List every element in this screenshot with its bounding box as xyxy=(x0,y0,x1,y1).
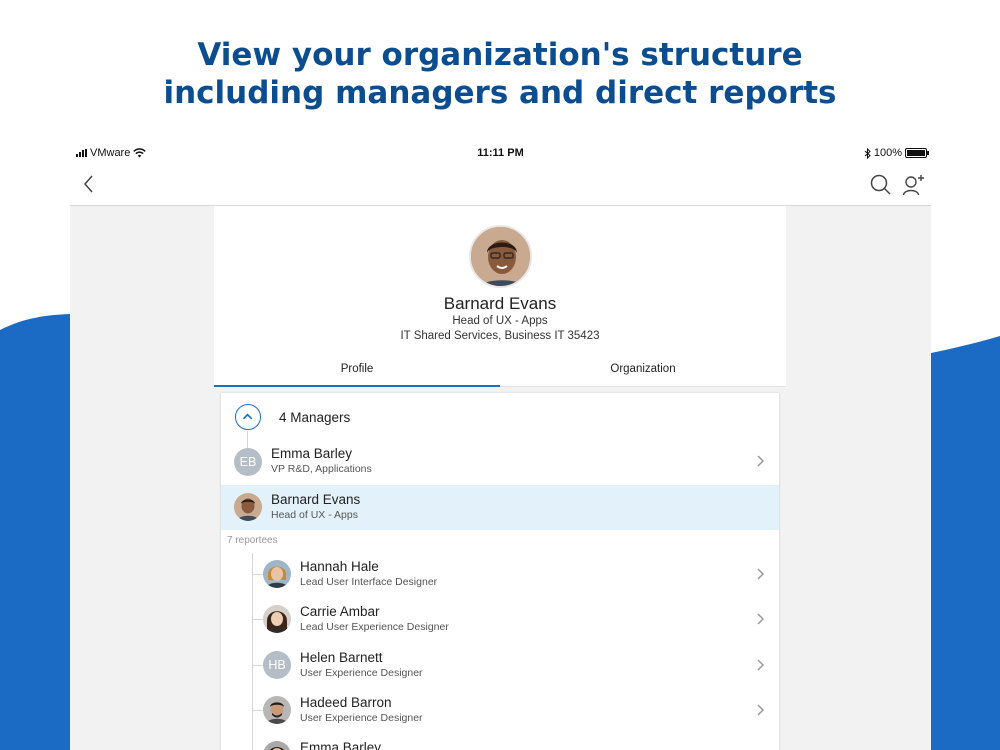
person-name: Emma Barley xyxy=(271,446,353,461)
chevron-right-icon xyxy=(757,455,765,467)
reportee-row[interactable]: Emma Barley xyxy=(257,733,779,750)
person-name: Helen Barnett xyxy=(300,650,383,665)
person-role: Lead User Interface Designer xyxy=(300,576,438,588)
tab-organization[interactable]: Organization xyxy=(500,356,786,386)
avatar xyxy=(263,741,291,750)
person-name: Barnard Evans xyxy=(271,492,361,507)
profile-avatar xyxy=(469,225,532,288)
chevron-left-icon[interactable] xyxy=(80,173,100,195)
person-name: Hannah Hale xyxy=(300,559,379,574)
search-icon[interactable] xyxy=(870,174,892,196)
person-role: Head of UX - Apps xyxy=(271,509,358,521)
person-role: Lead User Experience Designer xyxy=(300,621,449,633)
navigation-bar xyxy=(70,163,931,206)
reportee-row[interactable]: Hadeed Barron User Experience Designer xyxy=(257,688,779,733)
manager-row-selected[interactable]: Barnard Evans Head of UX - Apps xyxy=(221,485,779,530)
tree-trunk xyxy=(252,553,253,750)
chevron-up-icon[interactable] xyxy=(235,404,261,430)
avatar xyxy=(263,605,291,633)
avatar xyxy=(263,696,291,724)
chevron-right-icon xyxy=(757,568,765,580)
managers-toggle[interactable]: 4 Managers xyxy=(221,393,779,439)
profile-tabs: Profile Organization xyxy=(214,356,786,387)
status-bar: VMware 11:11 PM 100% xyxy=(70,143,931,163)
profile-name: Barnard Evans xyxy=(443,294,557,313)
headline-line-2: including managers and direct reports xyxy=(163,75,837,111)
avatar-initials: HB xyxy=(263,651,291,679)
profile-title: Head of UX - Apps xyxy=(452,315,548,327)
reportee-row[interactable]: Carrie Ambar Lead User Experience Design… xyxy=(257,597,779,642)
battery-icon xyxy=(905,148,929,158)
profile-department: IT Shared Services, Business IT 35423 xyxy=(400,330,600,342)
reportee-row[interactable]: Hannah Hale Lead User Interface Designer xyxy=(257,552,779,597)
bluetooth-icon xyxy=(864,147,871,159)
battery-percent: 100% xyxy=(873,147,902,159)
profile-header: Barnard Evans Head of UX - Apps IT Share… xyxy=(214,206,786,387)
person-name: Carrie Ambar xyxy=(300,604,380,619)
person-name: Emma Barley xyxy=(300,740,382,750)
tablet-screen: VMware 11:11 PM 100% Barnard Evans Head … xyxy=(70,143,931,750)
person-role: User Experience Designer xyxy=(300,667,423,679)
reportee-row[interactable]: HB Helen Barnett User Experience Designe… xyxy=(257,643,779,688)
person-role: VP R&D, Applications xyxy=(271,463,372,475)
avatar-initials: EB xyxy=(234,448,262,476)
clock: 11:11 PM xyxy=(477,147,524,159)
person-role: User Experience Designer xyxy=(300,712,423,724)
avatar xyxy=(263,560,291,588)
chevron-right-icon xyxy=(757,613,765,625)
headline-line-1: View your organization's structure xyxy=(197,37,803,73)
person-panel: Barnard Evans Head of UX - Apps IT Share… xyxy=(214,206,786,750)
manager-row[interactable]: EB Emma Barley VP R&D, Applications xyxy=(221,439,779,484)
tab-profile[interactable]: Profile xyxy=(214,356,500,387)
reportees-count: 7 reportees xyxy=(227,535,278,546)
person-name: Hadeed Barron xyxy=(300,695,392,710)
chevron-right-icon xyxy=(757,659,765,671)
add-user-icon[interactable] xyxy=(902,173,926,197)
marketing-headline: View your organization's structure inclu… xyxy=(0,36,1000,112)
org-structure-card: 4 Managers EB Emma Barley VP R&D, Applic… xyxy=(221,393,779,750)
avatar xyxy=(234,493,262,521)
managers-count: 4 Managers xyxy=(279,410,351,425)
chevron-right-icon xyxy=(757,704,765,716)
